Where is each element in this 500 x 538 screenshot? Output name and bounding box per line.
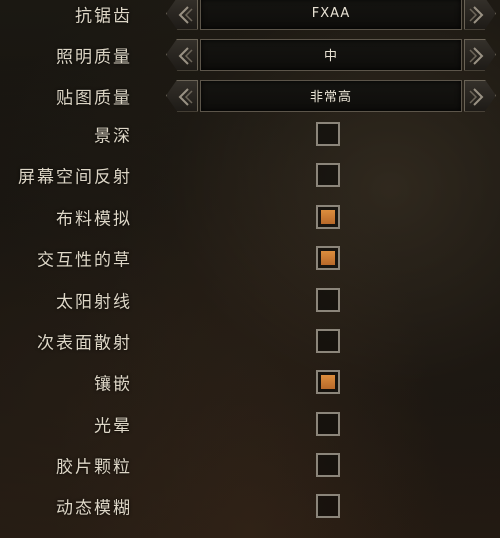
bloom-checkbox[interactable] bbox=[316, 411, 340, 436]
previous-option-button[interactable] bbox=[166, 79, 198, 112]
setting-row-lighting-quality: 照明质量 中 bbox=[0, 34, 500, 75]
next-option-button[interactable] bbox=[464, 79, 496, 112]
film-grain-checkbox[interactable] bbox=[316, 452, 340, 477]
cloth-simulation-checkbox[interactable] bbox=[316, 204, 340, 229]
setting-label: 抗锯齿 bbox=[75, 6, 132, 26]
chevron-left-icon bbox=[178, 5, 193, 24]
sun-rays-checkbox[interactable] bbox=[316, 287, 340, 312]
setting-row-film-grain: 胶片颗粒 bbox=[0, 444, 500, 485]
previous-option-button[interactable] bbox=[166, 0, 198, 30]
setting-label: 贴图质量 bbox=[56, 88, 132, 108]
next-option-button[interactable] bbox=[464, 0, 496, 30]
setting-row-texture-quality: 贴图质量 非常高 bbox=[0, 75, 500, 116]
setting-label: 屏幕空间反射 bbox=[18, 167, 132, 187]
anti-aliasing-selector[interactable]: FXAA bbox=[166, 0, 496, 30]
setting-label: 光晕 bbox=[94, 416, 132, 436]
setting-row-cloth-simulation: 布料模拟 bbox=[0, 196, 500, 237]
chevron-right-icon bbox=[469, 87, 484, 106]
chevron-left-icon bbox=[178, 46, 193, 65]
setting-row-sun-rays: 太阳射线 bbox=[0, 279, 500, 320]
setting-label: 动态模糊 bbox=[56, 498, 132, 518]
texture-quality-selector[interactable]: 非常高 bbox=[166, 79, 496, 112]
chevron-right-icon bbox=[469, 5, 484, 24]
setting-row-interactive-grass: 交互性的草 bbox=[0, 237, 500, 278]
selected-value: 中 bbox=[200, 38, 462, 71]
next-option-button[interactable] bbox=[464, 38, 496, 71]
setting-row-anti-aliasing: 抗锯齿 FXAA bbox=[0, 0, 500, 34]
setting-row-depth-of-field: 景深 bbox=[0, 113, 500, 154]
setting-label: 景深 bbox=[94, 126, 132, 146]
setting-label: 太阳射线 bbox=[56, 292, 132, 312]
depth-of-field-checkbox[interactable] bbox=[316, 121, 340, 146]
setting-label: 交互性的草 bbox=[37, 250, 132, 270]
chevron-right-icon bbox=[469, 46, 484, 65]
setting-row-motion-blur: 动态模糊 bbox=[0, 485, 500, 526]
chevron-left-icon bbox=[178, 87, 193, 106]
setting-row-tessellation: 镶嵌 bbox=[0, 361, 500, 402]
motion-blur-checkbox[interactable] bbox=[316, 493, 340, 518]
setting-row-subsurface-scattering: 次表面散射 bbox=[0, 320, 500, 361]
selected-value: 非常高 bbox=[200, 79, 462, 112]
lighting-quality-selector[interactable]: 中 bbox=[166, 38, 496, 71]
setting-label: 布料模拟 bbox=[56, 209, 132, 229]
subsurface-scattering-checkbox[interactable] bbox=[316, 328, 340, 353]
screen-space-reflections-checkbox[interactable] bbox=[316, 162, 340, 187]
setting-label: 胶片颗粒 bbox=[56, 457, 132, 477]
setting-label: 次表面散射 bbox=[37, 333, 132, 353]
interactive-grass-checkbox[interactable] bbox=[316, 245, 340, 270]
setting-label: 照明质量 bbox=[56, 47, 132, 67]
selected-value: FXAA bbox=[200, 0, 462, 30]
tessellation-checkbox[interactable] bbox=[316, 369, 340, 394]
previous-option-button[interactable] bbox=[166, 38, 198, 71]
setting-row-bloom: 光晕 bbox=[0, 403, 500, 444]
setting-row-screen-space-reflections: 屏幕空间反射 bbox=[0, 154, 500, 195]
setting-label: 镶嵌 bbox=[94, 374, 132, 394]
